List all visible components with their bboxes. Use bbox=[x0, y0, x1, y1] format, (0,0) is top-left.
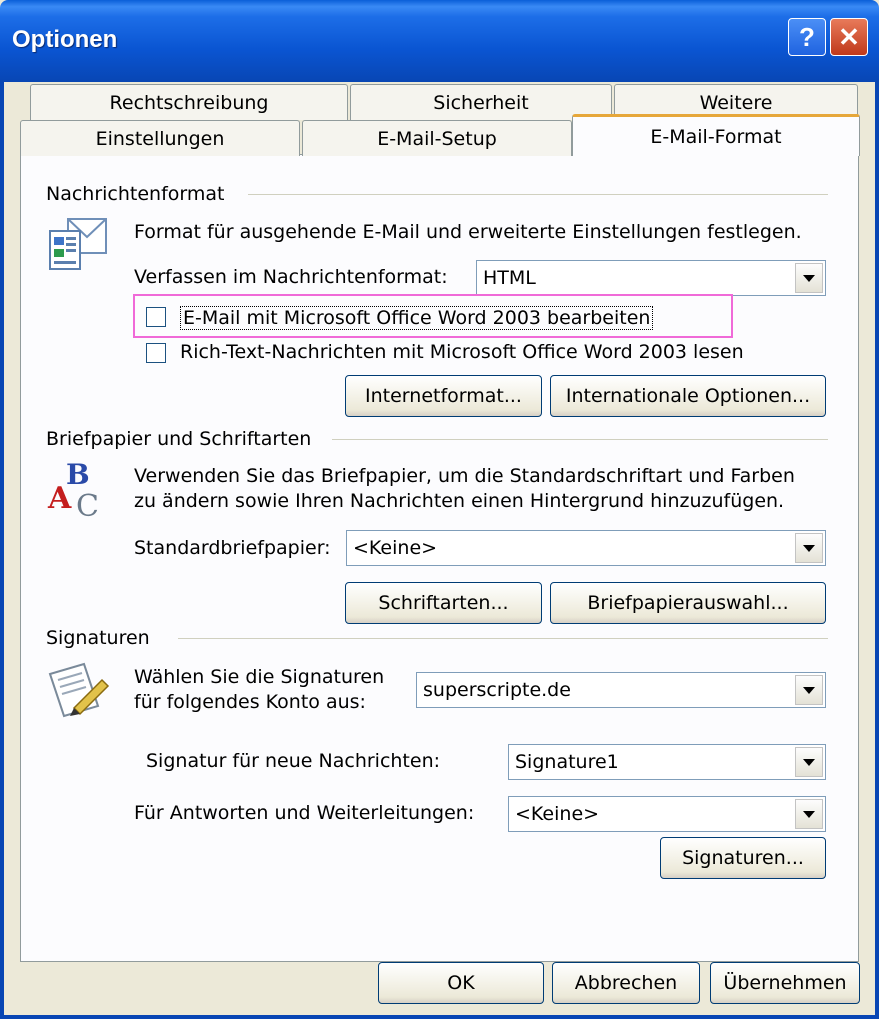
default-stationery-label: Standardbriefpapier: bbox=[134, 537, 331, 559]
signatures-button[interactable]: Signaturen... bbox=[660, 837, 826, 879]
reply-signature-label: Für Antworten und Weiterleitungen: bbox=[134, 802, 475, 824]
button-label: Internationale Optionen... bbox=[565, 385, 811, 407]
close-icon: ✕ bbox=[838, 21, 860, 52]
stationery-picker-button[interactable]: Briefpapierauswahl... bbox=[550, 582, 826, 624]
signature-account-value: superscripte.de bbox=[423, 679, 571, 701]
tab-label: Einstellungen bbox=[95, 127, 225, 150]
fonts-button[interactable]: Schriftarten... bbox=[345, 582, 542, 624]
section-divider bbox=[248, 194, 828, 195]
window-title: Optionen bbox=[12, 26, 118, 53]
button-label: Übernehmen bbox=[723, 972, 847, 994]
chevron-down-icon[interactable] bbox=[795, 799, 823, 829]
word-edit-checkbox-label[interactable]: E-Mail mit Microsoft Office Word 2003 be… bbox=[180, 306, 654, 330]
fonts-stationery-icon: B A C bbox=[44, 456, 106, 524]
nachrichtenformat-description: Format für ausgehende E-Mail und erweite… bbox=[134, 221, 802, 243]
signature-account-select[interactable]: superscripte.de bbox=[416, 672, 826, 708]
tab-label: Sicherheit bbox=[433, 91, 529, 114]
section-heading-signaturen: Signaturen bbox=[46, 627, 150, 649]
compose-format-value: HTML bbox=[483, 267, 536, 289]
title-bar[interactable] bbox=[0, 0, 879, 82]
chevron-down-icon[interactable] bbox=[795, 675, 823, 705]
section-divider bbox=[332, 439, 828, 440]
close-button[interactable]: ✕ bbox=[830, 18, 868, 56]
button-label: Signaturen... bbox=[682, 847, 804, 869]
section-heading-nachrichtenformat: Nachrichtenformat bbox=[46, 183, 225, 205]
word-read-checkbox-label[interactable]: Rich-Text-Nachrichten mit Microsoft Offi… bbox=[180, 341, 744, 363]
tab-email-format[interactable]: E-Mail-Format bbox=[572, 114, 860, 156]
reply-signature-value: <Keine> bbox=[515, 803, 600, 825]
account-label-line2: für folgendes Konto aus: bbox=[134, 691, 366, 713]
chevron-down-icon[interactable] bbox=[795, 533, 823, 563]
default-stationery-value: <Keine> bbox=[353, 537, 438, 559]
compose-format-label: Verfassen im Nachrichtenformat: bbox=[134, 266, 448, 288]
svg-text:A: A bbox=[47, 481, 72, 516]
briefpapier-description-line1: Verwenden Sie das Briefpapier, um die St… bbox=[134, 465, 795, 487]
account-label-line1: Wählen Sie die Signaturen bbox=[134, 666, 385, 688]
word-edit-checkbox[interactable] bbox=[146, 307, 166, 327]
briefpapier-description-line2: zu ändern sowie Ihren Nachrichten einen … bbox=[134, 490, 785, 512]
button-label: Briefpapierauswahl... bbox=[587, 592, 789, 614]
section-divider bbox=[178, 638, 828, 639]
international-options-button[interactable]: Internationale Optionen... bbox=[550, 375, 826, 417]
word-read-checkbox[interactable] bbox=[146, 343, 166, 363]
new-signature-select[interactable]: Signature1 bbox=[508, 744, 826, 780]
message-format-icon bbox=[48, 215, 110, 273]
signature-icon bbox=[44, 660, 110, 720]
button-label: Schriftarten... bbox=[378, 592, 509, 614]
tab-label: E-Mail-Format bbox=[650, 125, 782, 148]
tab-label: Weitere bbox=[699, 91, 773, 114]
help-button[interactable]: ? bbox=[788, 18, 826, 56]
tab-label: Rechtschreibung bbox=[109, 91, 269, 114]
apply-button[interactable]: Übernehmen bbox=[710, 962, 860, 1004]
default-stationery-select[interactable]: <Keine> bbox=[346, 530, 826, 566]
button-label: Internetformat... bbox=[365, 385, 522, 407]
tab-rechtschreibung[interactable]: Rechtschreibung bbox=[30, 84, 348, 120]
internet-format-button[interactable]: Internetformat... bbox=[345, 375, 542, 417]
chevron-down-icon[interactable] bbox=[795, 263, 823, 293]
tab-einstellungen[interactable]: Einstellungen bbox=[20, 120, 300, 156]
button-label: OK bbox=[447, 972, 475, 994]
reply-signature-select[interactable]: <Keine> bbox=[508, 796, 826, 832]
new-signature-value: Signature1 bbox=[515, 751, 619, 773]
tab-label: E-Mail-Setup bbox=[377, 127, 497, 150]
cancel-button[interactable]: Abbrechen bbox=[552, 962, 700, 1004]
svg-text:C: C bbox=[76, 489, 99, 520]
compose-format-select[interactable]: HTML bbox=[476, 260, 826, 296]
help-icon: ? bbox=[799, 21, 815, 52]
new-signature-label: Signatur für neue Nachrichten: bbox=[146, 750, 441, 772]
chevron-down-icon[interactable] bbox=[795, 747, 823, 777]
tab-email-setup[interactable]: E-Mail-Setup bbox=[302, 120, 572, 156]
button-label: Abbrechen bbox=[574, 972, 678, 994]
ok-button[interactable]: OK bbox=[378, 962, 544, 1004]
section-heading-briefpapier: Briefpapier und Schriftarten bbox=[46, 428, 312, 450]
